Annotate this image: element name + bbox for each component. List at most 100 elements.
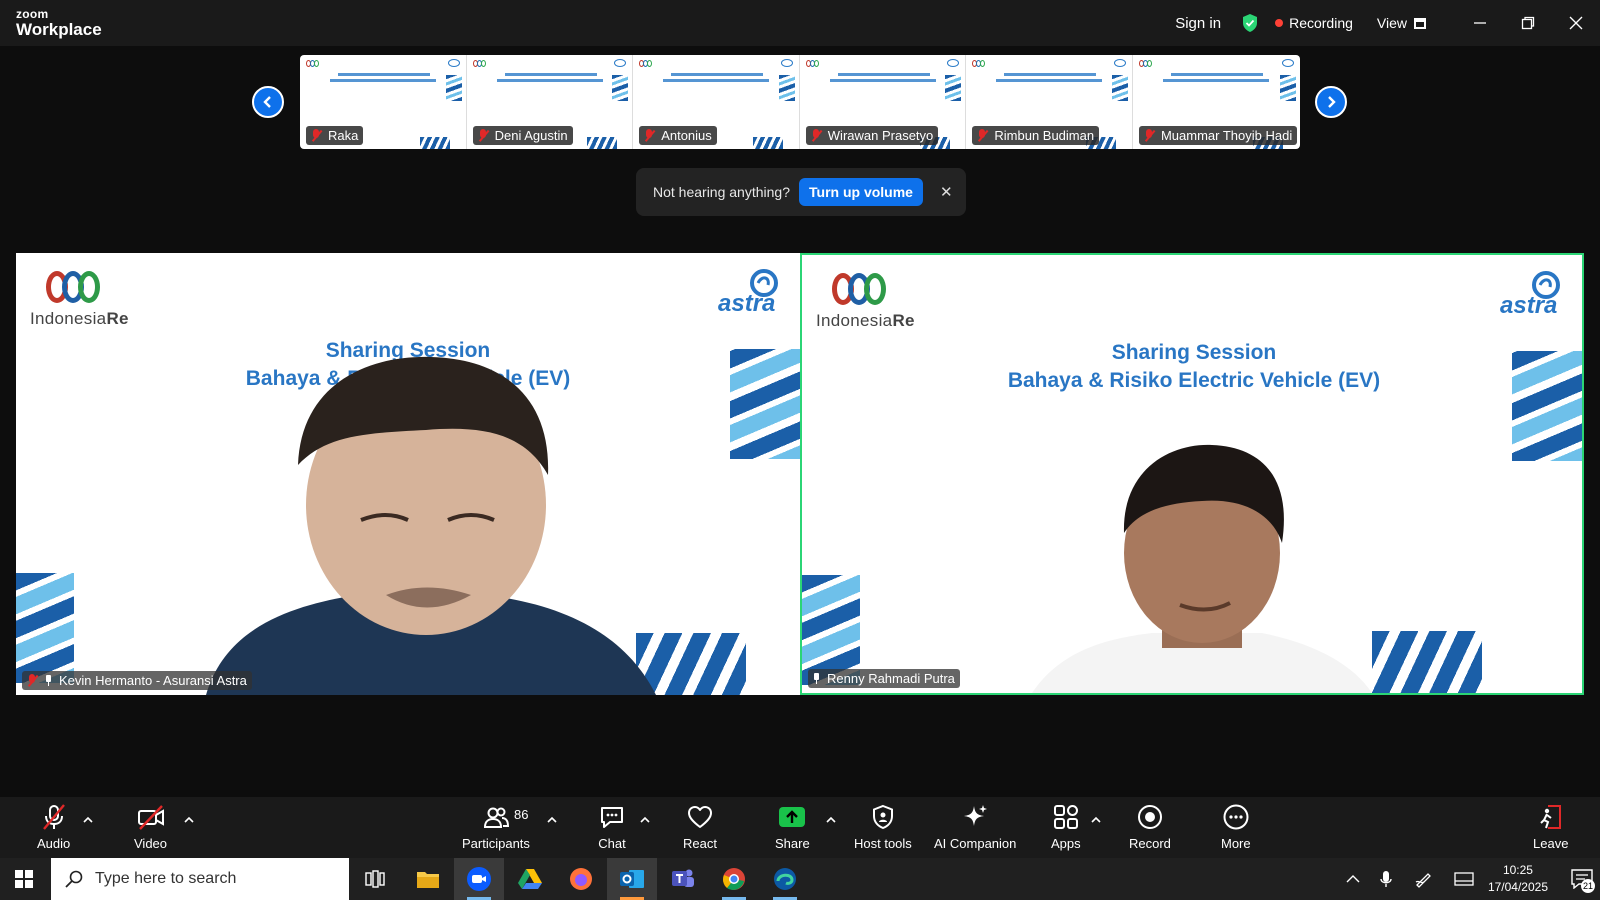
- participant-nametag: Rimbun Budiman: [972, 126, 1100, 145]
- host-tools-button[interactable]: Host tools: [854, 803, 912, 851]
- participants-options-caret[interactable]: [547, 811, 557, 823]
- notification-count-badge: 21: [1581, 879, 1595, 893]
- video-options-caret[interactable]: [184, 811, 194, 823]
- participant-video-renny: [1032, 444, 1372, 693]
- astra-logo-mini: [614, 59, 627, 67]
- audio-button[interactable]: Audio: [37, 803, 70, 851]
- leave-door-icon: [1539, 805, 1561, 829]
- indonesiare-logo-mini: [472, 60, 486, 67]
- previous-page-button[interactable]: [252, 86, 284, 118]
- sparkle-icon: [964, 805, 988, 826]
- participant-nametag: Kevin Hermanto - Asuransi Astra: [22, 671, 252, 690]
- microphone-icon[interactable]: [1380, 870, 1392, 888]
- apps-label: Apps: [1051, 836, 1081, 851]
- taskbar-chrome[interactable]: [709, 858, 759, 900]
- participant-thumbnail[interactable]: Raka: [300, 55, 467, 149]
- participant-thumbnail[interactable]: Muammar Thoyib Hadi: [1132, 55, 1300, 149]
- recording-dot-icon: [1275, 19, 1284, 27]
- audio-options-caret[interactable]: [83, 811, 93, 823]
- chevron-up-icon: [184, 816, 194, 823]
- ai-companion-button[interactable]: AI Companion: [934, 803, 1016, 851]
- record-button[interactable]: Record: [1129, 803, 1171, 851]
- indonesiare-logo-mini: [639, 60, 653, 67]
- slide-stripes: [1279, 75, 1296, 101]
- turn-up-volume-button[interactable]: Turn up volume: [799, 178, 923, 206]
- more-button[interactable]: More: [1221, 803, 1251, 851]
- taskbar-edge[interactable]: [760, 858, 810, 900]
- slide-stripes: [420, 137, 450, 149]
- video-tile-kevin[interactable]: IndonesiaRe astra Sharing Session Bahaya…: [16, 253, 800, 695]
- chat-icon: [601, 807, 623, 828]
- participant-thumbnail[interactable]: Antonius: [633, 55, 800, 149]
- more-icon: [1223, 804, 1249, 830]
- taskbar-outlook[interactable]: [607, 858, 657, 900]
- teams-icon: [672, 869, 694, 887]
- share-options-caret[interactable]: [826, 811, 836, 823]
- encryption-shield-icon[interactable]: [1241, 13, 1259, 33]
- task-view-icon: [365, 870, 385, 888]
- slide-subtitle-line: [829, 79, 936, 82]
- video-tile-renny-active-speaker[interactable]: IndonesiaRe astra Sharing Session Bahaya…: [800, 253, 1584, 695]
- close-window-button[interactable]: [1552, 0, 1600, 46]
- mic-muted-icon: [310, 129, 322, 142]
- participant-thumbnail[interactable]: Deni Agustin: [466, 55, 634, 149]
- taskbar-teams[interactable]: [658, 858, 708, 900]
- share-button[interactable]: Share: [775, 803, 810, 851]
- share-label: Share: [775, 836, 810, 851]
- participant-nametag: Antonius: [639, 126, 717, 145]
- notification-center-button[interactable]: 21: [1564, 858, 1600, 900]
- participant-thumbnail[interactable]: Rimbun Budiman: [966, 55, 1133, 149]
- folder-icon: [417, 872, 439, 888]
- chat-button[interactable]: Chat: [598, 803, 626, 851]
- recording-indicator[interactable]: Recording: [1275, 15, 1353, 31]
- react-label: React: [683, 836, 717, 851]
- slide-stripes: [586, 137, 617, 149]
- indonesiare-rings-icon: [832, 273, 915, 305]
- chevron-up-icon[interactable]: [1346, 874, 1360, 884]
- taskbar-firefox[interactable]: [556, 858, 606, 900]
- chevron-up-icon: [83, 816, 93, 823]
- view-button[interactable]: View: [1377, 15, 1426, 31]
- leave-button[interactable]: Leave: [1533, 803, 1568, 851]
- share-screen-icon: [779, 807, 806, 827]
- record-icon: [1137, 805, 1162, 829]
- indonesiare-logo: IndonesiaRe: [816, 273, 915, 331]
- pen-icon[interactable]: [1414, 870, 1434, 888]
- chevron-up-icon: [640, 816, 650, 823]
- participant-thumbnail-strip: Raka Deni Agustin Antonius Wirawan Prase…: [300, 55, 1300, 149]
- react-button[interactable]: React: [683, 803, 717, 851]
- restore-button[interactable]: [1504, 0, 1552, 46]
- taskbar-search-box[interactable]: Type here to search: [51, 858, 349, 900]
- taskbar-file-explorer[interactable]: [403, 858, 453, 900]
- participant-thumbnail[interactable]: Wirawan Prasetyo: [799, 55, 967, 149]
- participants-label: Participants: [462, 836, 530, 851]
- video-button[interactable]: Video: [134, 803, 167, 851]
- taskbar-google-drive[interactable]: [505, 858, 555, 900]
- chevron-right-icon: [1328, 96, 1336, 108]
- display-icon[interactable]: [1454, 871, 1474, 887]
- indonesiare-rings-icon: [46, 271, 129, 303]
- participant-nametag: Raka: [306, 126, 364, 145]
- apps-button[interactable]: Apps: [1051, 803, 1081, 851]
- chat-options-caret[interactable]: [640, 811, 650, 823]
- taskbar-clock[interactable]: 10:25 17/04/2025: [1488, 862, 1548, 896]
- next-page-button[interactable]: [1315, 86, 1347, 118]
- indonesiare-logo-mini: [972, 60, 986, 67]
- sign-in-link[interactable]: Sign in: [1175, 15, 1221, 32]
- slide-subtitle-line: [330, 79, 436, 82]
- slide-stripes: [778, 75, 795, 101]
- indonesiare-logo-mini: [306, 60, 319, 67]
- zoom-workplace-logo: zoom Workplace: [16, 8, 102, 38]
- minimize-button[interactable]: [1456, 0, 1504, 46]
- video-off-icon: [137, 805, 164, 830]
- participant-nametag: Wirawan Prasetyo: [805, 126, 939, 145]
- mic-muted-icon: [477, 129, 489, 142]
- pin-icon: [44, 675, 53, 686]
- windows-start-button[interactable]: [15, 870, 33, 888]
- apps-options-caret[interactable]: [1091, 811, 1101, 823]
- toast-close-button[interactable]: ✕: [940, 183, 953, 201]
- chevron-up-icon: [547, 816, 557, 823]
- participant-name: Wirawan Prasetyo: [827, 128, 934, 143]
- taskbar-zoom[interactable]: [454, 858, 504, 900]
- task-view-button[interactable]: [350, 858, 400, 900]
